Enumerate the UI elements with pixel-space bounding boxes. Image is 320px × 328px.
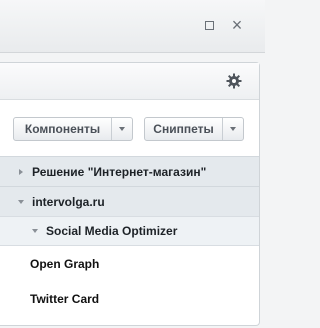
collapse-toggle[interactable]: [16, 197, 26, 207]
collapse-toggle[interactable]: [30, 226, 40, 236]
maximize-button[interactable]: [201, 17, 217, 33]
chevron-down-icon: [230, 127, 236, 131]
panel-header: [0, 63, 259, 100]
snippets-split-button: Сниппеты: [144, 117, 244, 141]
maximize-icon: [204, 20, 214, 30]
gear-icon[interactable]: [226, 73, 242, 89]
chevron-down-icon: [32, 229, 38, 233]
components-dropdown-button[interactable]: [112, 118, 132, 140]
close-icon: ×: [231, 15, 243, 35]
tree-subgroup-label: Social Media Optimizer: [46, 224, 178, 238]
components-split-button: Компоненты: [13, 117, 133, 141]
chevron-down-icon: [18, 199, 24, 204]
snippets-button[interactable]: Сниппеты: [145, 118, 223, 140]
chevron-down-icon: [119, 127, 125, 131]
tree-group-label: Решение "Интернет-магазин": [32, 164, 207, 179]
tree-subgroup-social-media-optimizer[interactable]: Social Media Optimizer: [0, 216, 259, 246]
window-titlebar: ×: [0, 0, 265, 53]
tree-group-label: intervolga.ru: [32, 194, 105, 209]
components-panel: Компоненты Сниппеты Решение "Интернет-ма…: [0, 62, 260, 326]
component-item-label: Open Graph: [30, 257, 100, 271]
tree-group-intervolga[interactable]: intervolga.ru: [0, 186, 259, 216]
component-item-label: Twitter Card: [30, 292, 100, 306]
expand-toggle[interactable]: [16, 167, 26, 177]
tree-group-internet-shop[interactable]: Решение "Интернет-магазин": [0, 156, 259, 186]
components-button[interactable]: Компоненты: [14, 118, 112, 140]
close-button[interactable]: ×: [229, 15, 245, 35]
components-button-label: Компоненты: [24, 122, 101, 136]
component-item-open-graph[interactable]: Open Graph: [0, 247, 259, 281]
snippets-dropdown-button[interactable]: [223, 118, 243, 140]
snippets-button-label: Сниппеты: [153, 122, 214, 136]
component-item-twitter-card[interactable]: Twitter Card: [0, 282, 259, 316]
chevron-right-icon: [19, 168, 23, 175]
